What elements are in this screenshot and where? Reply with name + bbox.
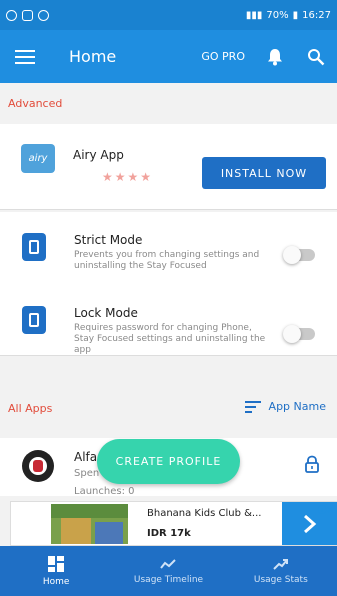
strict-mode-toggle[interactable] (283, 246, 315, 264)
sort-button[interactable]: App Name (244, 400, 326, 413)
lock-mode-row: Lock Mode Requires password for changing… (0, 282, 337, 355)
ad-close-icon[interactable]: ⓘ✕ (317, 503, 334, 516)
timeline-icon (160, 558, 177, 569)
sort-icon (244, 400, 261, 413)
lock-mode-title: Lock Mode (74, 306, 138, 320)
battery-icon: ▮ (292, 9, 299, 21)
sort-label: App Name (268, 400, 326, 413)
app-time-spent: Spen (74, 468, 100, 479)
bottom-navigation: Home Usage Timeline Usage Stats (0, 546, 337, 596)
whatsapp-icon (38, 9, 49, 21)
sync-icon (6, 9, 17, 21)
install-now-button[interactable]: INSTALL NOW (202, 157, 326, 189)
strict-mode-description: Prevents you from changing settings and … (74, 250, 260, 271)
ad-image (51, 504, 128, 544)
nav-home[interactable]: Home (0, 546, 112, 596)
rating-stars: ★★★★ (102, 170, 154, 184)
clock: 16:27 (302, 9, 331, 21)
gallery-icon (22, 9, 33, 21)
modes-card: Strict Mode Prevents you from changing s… (0, 212, 337, 356)
nav-usage-stats-label: Usage Stats (253, 574, 308, 585)
app-launches: Launches: 0 (74, 486, 135, 497)
nav-usage-timeline[interactable]: Usage Timeline (112, 546, 224, 596)
nav-usage-stats[interactable]: Usage Stats (225, 546, 337, 596)
create-profile-button[interactable]: CREATE PROFILE (97, 439, 240, 484)
nav-home-label: Home (42, 576, 70, 587)
lock-mode-icon (22, 306, 46, 334)
stats-icon (273, 558, 288, 570)
page-title: Home (69, 47, 117, 66)
ad-title: Bhanana Kids Club &... (147, 508, 262, 519)
app-bar: Home GO PRO (0, 30, 337, 83)
strict-mode-title: Strict Mode (74, 233, 143, 247)
advanced-section-header: Advanced (0, 83, 337, 123)
airy-app-logo: airy (21, 144, 55, 173)
system-status: ▮▮▮ 70% ▮ 16:27 (246, 10, 331, 21)
status-bar: ▮▮▮ 70% ▮ 16:27 (0, 0, 337, 30)
all-apps-section-header: All Apps App Name (0, 386, 337, 430)
app-icon (22, 450, 54, 482)
battery-percent: 70% (266, 9, 289, 21)
sponsored-app-title: Airy App (73, 148, 124, 162)
all-apps-label: All Apps (8, 401, 53, 415)
signal-icon: ▮▮▮ (245, 9, 263, 21)
lock-mode-toggle[interactable] (283, 325, 315, 343)
search-icon[interactable] (307, 48, 325, 66)
menu-icon[interactable] (15, 49, 35, 64)
lock-icon[interactable] (304, 455, 320, 473)
advanced-label: Advanced (8, 96, 63, 110)
notification-icons (6, 9, 49, 21)
dashboard-icon (48, 555, 65, 572)
strict-mode-icon (22, 233, 46, 261)
go-pro-button[interactable]: GO PRO (201, 50, 245, 63)
sponsored-app-card: airy Airy App ★★★★ INSTALL NOW (0, 124, 337, 210)
bell-icon[interactable] (267, 48, 283, 66)
app-name: Alfa (74, 450, 98, 464)
strict-mode-row: Strict Mode Prevents you from changing s… (0, 212, 337, 282)
nav-usage-timeline-label: Usage Timeline (133, 574, 204, 585)
lock-mode-description: Requires password for changing Phone, St… (74, 323, 266, 355)
ad-banner[interactable]: Bhanana Kids Club &... IDR 17k ⓘ✕ (10, 501, 337, 546)
ad-price: IDR 17k (147, 528, 191, 539)
